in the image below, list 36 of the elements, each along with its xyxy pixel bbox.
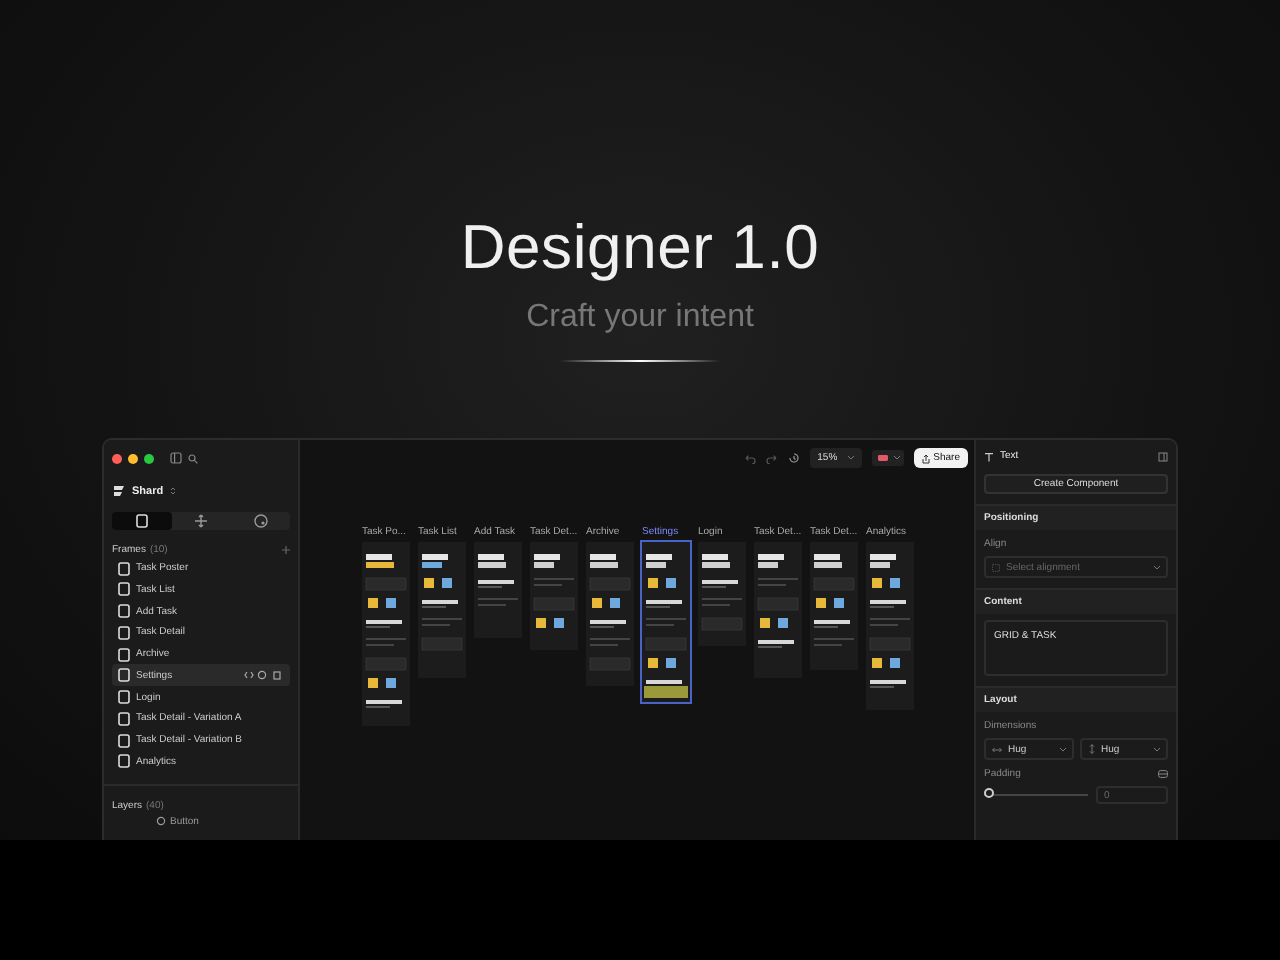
frame-preview-drawing[interactable] xyxy=(642,542,690,702)
palette-icon xyxy=(253,513,268,528)
circle-icon xyxy=(156,816,166,827)
vertical-arrows-icon xyxy=(1087,744,1095,754)
frame-preview-drawing[interactable] xyxy=(474,542,522,638)
search-icon[interactable] xyxy=(188,453,198,463)
frame-icon xyxy=(135,513,148,528)
frame-preview-drawing[interactable] xyxy=(810,542,858,670)
frame-preview-drawing[interactable] xyxy=(866,542,914,710)
logo-icon xyxy=(112,484,126,498)
hero-title: Designer 1.0 xyxy=(460,212,820,284)
undo-icon[interactable] xyxy=(743,453,756,463)
frame-preview-drawing[interactable] xyxy=(530,542,578,650)
frame-preview-drawing[interactable] xyxy=(698,542,746,646)
horizontal-arrows-icon xyxy=(992,745,1002,753)
sidebar-toggle-icon[interactable] xyxy=(170,452,182,464)
text-icon xyxy=(984,451,994,461)
frame-preview-drawing[interactable] xyxy=(418,542,466,678)
move-icon xyxy=(194,513,208,528)
history-icon[interactable] xyxy=(787,452,800,464)
item-actions-icon[interactable] xyxy=(244,670,284,681)
redo-icon[interactable] xyxy=(765,453,778,463)
close-button[interactable] xyxy=(112,453,122,463)
device-dropdown-icon[interactable] xyxy=(871,450,904,466)
grid-icon xyxy=(992,563,1000,571)
sidebar-tab[interactable] xyxy=(112,512,172,530)
minimize-button[interactable] xyxy=(128,453,138,463)
frame-preview-drawing[interactable] xyxy=(586,542,634,686)
slider-thumb[interactable] xyxy=(984,788,994,798)
panel-icon[interactable] xyxy=(1158,451,1168,461)
padding-options-icon[interactable] xyxy=(1158,770,1168,778)
share-icon xyxy=(921,453,930,463)
hero-subtitle: Craft your intent xyxy=(526,300,754,336)
maximize-button[interactable] xyxy=(144,453,154,463)
frame-preview-drawing[interactable] xyxy=(362,542,410,726)
frame-preview-drawing[interactable] xyxy=(754,542,802,678)
